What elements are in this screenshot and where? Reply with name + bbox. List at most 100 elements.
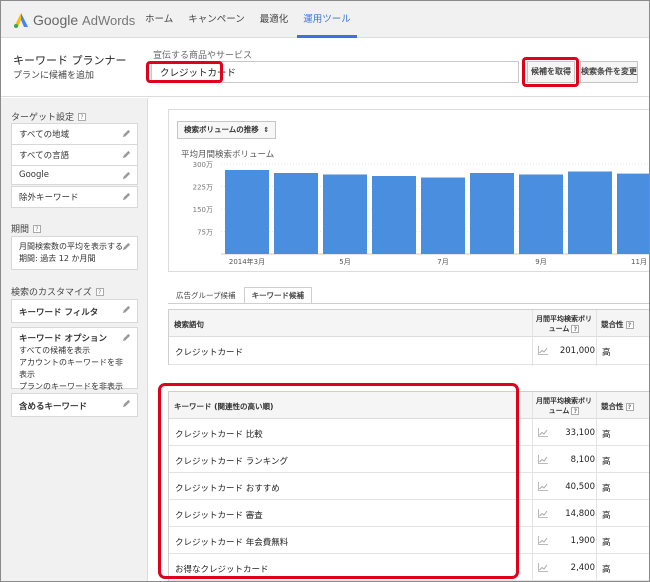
help-icon[interactable]: ? <box>625 321 634 329</box>
targeting-location-label: すべての地域 <box>19 130 70 140</box>
header-monthly-volume-label: 月間平均検索ボリューム <box>536 315 592 333</box>
dropdown-arrows-icon: ⇕ <box>263 126 270 134</box>
pencil-icon[interactable] <box>122 129 131 138</box>
help-icon[interactable]: ? <box>78 112 87 121</box>
keyword-option-2: アカウントのキーワードを非表示 <box>19 358 123 379</box>
product-label: 宣伝する商品やサービス <box>153 51 253 61</box>
top-navigation-bar: Google AdWords ホーム キャンペーン 最適化 運用ツール <box>1 1 649 38</box>
chart-type-dropdown-label: 検索ボリュームの推移 <box>184 125 259 134</box>
trend-chart-icon[interactable] <box>538 346 548 355</box>
keyword-cell: お得なクレジットカード <box>175 565 269 575</box>
keyword-options[interactable]: キーワード オプション すべての候補を表示 アカウントのキーワードを非表示 プラ… <box>11 327 138 391</box>
keyword-cell: クレジットカード <box>175 348 244 358</box>
product-input[interactable] <box>151 61 519 83</box>
chart-bar <box>323 174 367 254</box>
nav-optimize[interactable]: 最適化 <box>254 1 295 38</box>
keyword-filter[interactable]: キーワード フィルタ <box>11 299 138 323</box>
chart-bar <box>568 171 612 254</box>
trend-chart-icon[interactable] <box>538 509 548 518</box>
chart-bar <box>519 174 563 254</box>
modify-search-button[interactable]: 検索条件を変更 <box>580 61 638 83</box>
x-tick-label: 5月 <box>339 258 350 266</box>
header-monthly-volume[interactable]: 月間平均検索ボリューム? <box>533 396 595 416</box>
chart-bar <box>617 173 649 254</box>
trend-chart-icon[interactable] <box>538 563 548 572</box>
trend-chart-icon[interactable] <box>538 455 548 464</box>
pencil-icon[interactable] <box>122 333 131 342</box>
volume-cell: 1,900 <box>570 536 595 546</box>
period-heading-label: 期間 <box>11 225 30 235</box>
header-competition-label: 競合性 <box>601 402 624 411</box>
keyword-filter-label: キーワード フィルタ <box>19 308 99 318</box>
customize-heading: 検索のカスタマイズ ? <box>11 285 104 298</box>
volume-cell: 201,000 <box>559 346 595 356</box>
header-competition[interactable]: 競合性? <box>601 319 634 330</box>
tab-ad-group-ideas[interactable]: 広告グループ候補 <box>168 287 244 304</box>
targeting-language[interactable]: すべての言語 <box>11 144 138 166</box>
help-icon[interactable]: ? <box>571 325 580 333</box>
include-keywords-label: 含めるキーワード <box>19 402 88 412</box>
header-monthly-volume[interactable]: 月間平均検索ボリューム? <box>533 314 595 334</box>
keyword-cell: クレジットカード ランキング <box>175 457 288 467</box>
get-ideas-button[interactable]: 候補を取得 <box>527 61 575 83</box>
include-keywords[interactable]: 含めるキーワード <box>11 393 138 417</box>
logo[interactable]: Google AdWords <box>13 11 135 29</box>
column-divider <box>532 310 533 366</box>
help-icon[interactable]: ? <box>571 407 580 415</box>
table-row[interactable]: クレジットカード 年会費無料 1,900 高 <box>169 527 649 554</box>
table-row[interactable]: クレジットカード おすすめ 40,500 高 <box>169 473 649 500</box>
volume-cell: 33,100 <box>565 428 595 438</box>
table-row[interactable]: クレジットカード ランキング 8,100 高 <box>169 446 649 473</box>
help-icon[interactable]: ? <box>95 287 104 296</box>
sidebar: ターゲット設定 ? すべての地域 すべての言語 Google 除外キーワード 期… <box>1 98 148 581</box>
chart-type-dropdown[interactable]: 検索ボリュームの推移 ⇕ <box>177 121 277 139</box>
search-terms-header: 検索語句 月間平均検索ボリューム? 競合性? <box>169 310 649 337</box>
column-divider <box>596 392 597 581</box>
keyword-option-3: プランのキーワードを非表示 <box>19 382 123 391</box>
y-tick-label: 225万 <box>193 184 213 192</box>
targeting-location[interactable]: すべての地域 <box>11 123 138 145</box>
page-title: キーワード プランナー <box>13 54 127 67</box>
header-keyword-relevance: キーワード (関連性の高い順) <box>174 402 274 411</box>
help-icon[interactable]: ? <box>33 224 42 233</box>
help-icon[interactable]: ? <box>625 403 634 411</box>
competition-cell: 高 <box>602 348 611 358</box>
chart-bar <box>274 173 318 254</box>
pencil-icon[interactable] <box>122 399 131 408</box>
volume-cell: 2,400 <box>570 563 595 573</box>
tab-keyword-ideas[interactable]: キーワード候補 <box>243 287 313 304</box>
period-line-1: 月間検索数の平均を表示する <box>19 242 123 251</box>
header-competition[interactable]: 競合性? <box>601 401 634 412</box>
targeting-language-label: すべての言語 <box>19 151 70 161</box>
volume-cell: 8,100 <box>570 455 595 465</box>
pencil-icon[interactable] <box>122 242 131 251</box>
logo-text: Google AdWords <box>33 12 135 28</box>
pencil-icon[interactable] <box>122 192 131 201</box>
targeting-heading-label: ターゲット設定 <box>11 113 75 123</box>
chart-bar <box>421 177 465 254</box>
pencil-icon[interactable] <box>122 150 131 159</box>
volume-cell: 40,500 <box>565 482 595 492</box>
y-tick-label: 75万 <box>197 229 213 237</box>
header-search-term: 検索語句 <box>174 320 204 329</box>
nav-campaigns[interactable]: キャンペーン <box>182 1 251 38</box>
nav-home[interactable]: ホーム <box>139 1 179 38</box>
competition-cell: 高 <box>602 511 611 521</box>
table-row[interactable]: クレジットカード 比較 33,100 高 <box>169 419 649 446</box>
table-row[interactable]: クレジットカード 審査 14,800 高 <box>169 500 649 527</box>
trend-chart-icon[interactable] <box>538 536 548 545</box>
pencil-icon[interactable] <box>122 171 131 180</box>
page-subtitle: プランに候補を追加 <box>13 71 95 81</box>
nav-tools[interactable]: 運用ツール <box>297 1 357 38</box>
targeting-network[interactable]: Google <box>11 165 138 185</box>
period-setting[interactable]: 月間検索数の平均を表示する 期間: 過去 12 か月間 <box>11 236 138 270</box>
table-row[interactable]: お得なクレジットカード 2,400 高 <box>169 554 649 581</box>
table-row[interactable]: クレジットカード 201,000 高 <box>169 337 649 365</box>
pencil-icon[interactable] <box>122 305 131 314</box>
chart-bar <box>225 170 269 254</box>
targeting-negative-keywords-label: 除外キーワード <box>19 193 79 203</box>
targeting-negative-keywords[interactable]: 除外キーワード <box>11 186 138 208</box>
volume-cell: 14,800 <box>565 509 595 519</box>
trend-chart-icon[interactable] <box>538 482 548 491</box>
trend-chart-icon[interactable] <box>538 428 548 437</box>
